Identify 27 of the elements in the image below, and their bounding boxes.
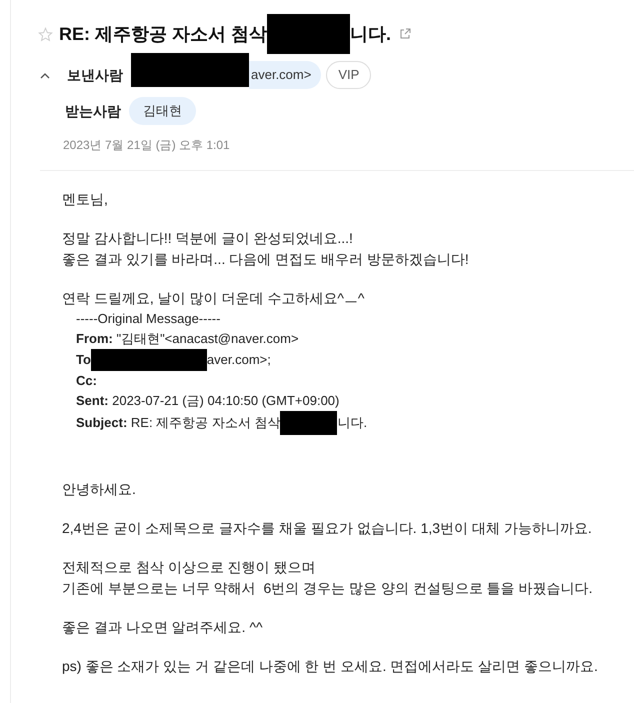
- body-text: 연락 드릴께요, 날이 많이 더운데 수고하세요^ㅡ^: [62, 289, 366, 308]
- vip-button[interactable]: VIP: [326, 61, 372, 89]
- quote-header-line: From: "김태현"<anacast@naver.com>: [76, 330, 300, 348]
- recipient-chip[interactable]: 김태현: [129, 97, 196, 125]
- redaction-block: [280, 411, 338, 435]
- quote-to-line: To aver.com>;: [76, 349, 634, 371]
- sent-date: 2023년 7월 21일 (금) 오후 1:01: [62, 137, 231, 154]
- body-text: 전체적으로 첨삭 이상으로 진행이 됐으며: [62, 558, 317, 577]
- external-link-icon[interactable]: [399, 28, 412, 40]
- sender-label: 보낸사람: [67, 66, 124, 84]
- body-text: 멘토님,: [62, 190, 109, 209]
- quote-subject-line: Subject: RE: 제주항공 자소서 첨삭 니다.: [76, 411, 634, 435]
- quote-header-line: Cc:: [76, 372, 98, 390]
- quote-header-line: Sent: 2023-07-21 (금) 04:10:50 (GMT+09:00): [76, 392, 340, 410]
- body-text: 안녕하세요.: [62, 480, 137, 499]
- body-text: 좋은 결과 나오면 알려주세요. ^^: [62, 618, 264, 637]
- recipient-label: 받는사람: [65, 102, 122, 120]
- body-text: 기존에 부분으로는 너무 약해서 6번의 경우는 많은 양의 컨설팅으로 틀을 바꿨습니다.: [62, 579, 594, 598]
- body-text: 정말 감사합니다!! 덕분에 글이 완성되었네요...!: [62, 229, 354, 248]
- sender-chip[interactable]: aver.com>: [249, 61, 322, 89]
- quote-divider: -----Original Message-----: [76, 310, 222, 328]
- body-text: ps) 좋은 소재가 있는 거 같은데 나중에 한 번 오세요. 면접에서라도 살리면 좋으니까요.: [62, 657, 599, 676]
- email-subject: RE: 제주항공 자소서 첨삭 니다.: [59, 14, 392, 54]
- star-icon[interactable]: [38, 26, 53, 42]
- body-text: 좋은 결과 있기를 바라며... 다음에 면접도 배우러 방문하겠습니다!: [62, 250, 470, 269]
- collapse-caret-icon[interactable]: [40, 72, 50, 78]
- body-text: 2,4번은 굳이 소제목으로 글자수를 채울 필요가 없습니다. 1,3번이 대체 가능하니까요.: [62, 519, 593, 538]
